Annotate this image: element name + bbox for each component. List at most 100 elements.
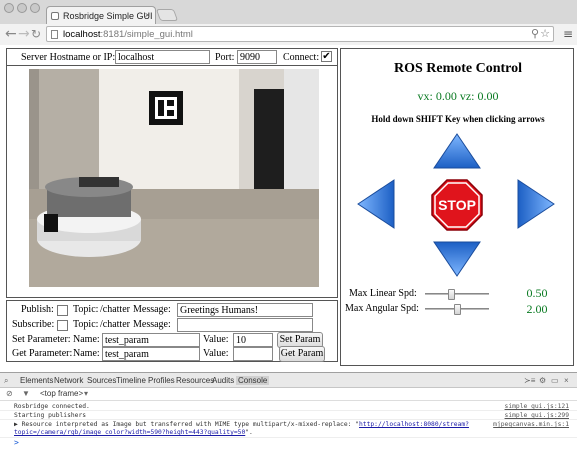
- console-log-entry: ▶ Resource interpreted as Image but tran…: [0, 421, 577, 438]
- devtools-tab-sources[interactable]: Sources: [87, 376, 116, 385]
- log-source-link[interactable]: simple_gui.js:121: [505, 403, 569, 411]
- max-linear-value: 0.50: [526, 286, 548, 300]
- console-log-entry: Rosbridge connected. simple_gui.js:121: [0, 403, 577, 411]
- search-icon[interactable]: ⚲: [531, 27, 539, 40]
- window-maximize-icon[interactable]: [30, 3, 40, 13]
- publish-message-label: Message:: [133, 304, 171, 315]
- max-angular-slider[interactable]: [425, 304, 489, 315]
- browser-chrome: Rosbridge Simple GUI × ← → ↻ localhost:8…: [0, 0, 577, 45]
- console-log-entry: Starting publishers simple_gui.js:299: [0, 412, 577, 420]
- dock-icon[interactable]: ▭: [551, 376, 559, 385]
- set-param-label: Set Parameter:: [12, 334, 71, 345]
- hostname-label: Server Hostname or IP:: [21, 52, 116, 63]
- publish-topic-label: Topic:: [73, 304, 99, 315]
- console-prompt[interactable]: >: [0, 439, 577, 449]
- log-text: Starting publishers: [14, 412, 87, 419]
- bookmark-star-icon[interactable]: ☆: [540, 27, 550, 40]
- port-label: Port:: [215, 52, 235, 63]
- url-path: :8181/simple_gui.html: [100, 29, 193, 40]
- devtools-tab-audits[interactable]: Audits: [212, 376, 234, 385]
- connection-row: Server Hostname or IP: Port: Connect: ✔: [6, 48, 338, 66]
- close-devtools-icon[interactable]: ×: [564, 376, 569, 385]
- get-param-name-label: Name:: [73, 348, 100, 359]
- get-param-label: Get Parameter:: [12, 348, 73, 359]
- window-close-icon[interactable]: [4, 3, 14, 13]
- url-host: localhost: [63, 29, 101, 40]
- publish-message-input[interactable]: [177, 303, 313, 317]
- window-minimize-icon[interactable]: [17, 3, 27, 13]
- get-param-button[interactable]: Get Param: [279, 346, 325, 362]
- topics-params-panel: Publish: Topic: /chatter Message: Subscr…: [6, 300, 338, 362]
- clear-console-icon[interactable]: ⊘: [6, 389, 13, 398]
- connect-checkbox[interactable]: ✔: [321, 51, 332, 62]
- forward-icon[interactable]: →: [18, 26, 30, 42]
- max-angular-value: 2.00: [526, 302, 548, 316]
- remote-control-panel: ROS Remote Control vx: 0.00 vz: 0.00 Hol…: [340, 48, 574, 366]
- set-param-value-label: Value:: [203, 334, 229, 345]
- page-icon: [51, 30, 58, 39]
- log-text-tail: ".: [245, 429, 253, 436]
- devtools-tabbar: ⌕ Elements Network Sources Timeline Prof…: [0, 373, 577, 388]
- frame-dropdown-icon[interactable]: ▾: [84, 389, 88, 398]
- back-icon[interactable]: ←: [5, 26, 17, 42]
- tab-close-icon[interactable]: ×: [145, 10, 150, 20]
- arrow-down-icon[interactable]: [433, 241, 481, 277]
- page-content: Server Hostname or IP: Port: Connect: ✔: [0, 45, 577, 372]
- menu-icon[interactable]: ≡: [563, 27, 573, 41]
- devtools-tab-elements[interactable]: Elements: [20, 376, 53, 385]
- reload-icon[interactable]: ↻: [31, 27, 41, 41]
- subscribe-topic: /chatter: [100, 319, 130, 330]
- port-input[interactable]: [237, 50, 277, 64]
- stop-button[interactable]: STOP: [431, 179, 483, 231]
- hostname-input[interactable]: [115, 50, 210, 64]
- devtools-panel: ⌕ Elements Network Sources Timeline Prof…: [0, 372, 577, 472]
- max-linear-slider-thumb[interactable]: [448, 289, 455, 300]
- velocity-readout: vx: 0.00 vz: 0.00: [417, 89, 499, 103]
- devtools-tab-console[interactable]: Console: [236, 376, 270, 385]
- subscribe-label: Subscribe:: [12, 319, 55, 330]
- frame-selector[interactable]: <top frame>: [40, 389, 83, 398]
- control-title: ROS Remote Control: [393, 61, 523, 76]
- log-source-link[interactable]: mjpegcanvas.min.js:1: [493, 421, 569, 429]
- set-param-name-input[interactable]: [102, 333, 200, 347]
- page-icon: [51, 12, 59, 20]
- subscribe-topic-label: Topic:: [73, 319, 99, 330]
- stop-label: STOP: [438, 197, 476, 213]
- devtools-tab-profiles[interactable]: Profiles: [148, 376, 175, 385]
- devtools-tab-resources[interactable]: Resources: [176, 376, 214, 385]
- devtools-tab-timeline[interactable]: Timeline: [116, 376, 146, 385]
- publish-checkbox[interactable]: [57, 305, 68, 316]
- get-param-value-input[interactable]: [233, 347, 273, 361]
- arrow-left-icon[interactable]: [357, 179, 395, 229]
- subscribe-checkbox[interactable]: [57, 320, 68, 331]
- tab-title: Rosbridge Simple GUI: [63, 11, 153, 21]
- turtlebot-robot: [37, 177, 141, 257]
- max-angular-slider-thumb[interactable]: [454, 304, 461, 315]
- arrow-up-icon[interactable]: [433, 133, 481, 169]
- browser-toolbar: ← → ↻ localhost:8181/simple_gui.html ⚲ ☆…: [0, 24, 577, 45]
- log-source-link[interactable]: simple_gui.js:299: [505, 412, 569, 420]
- devtools-tab-network[interactable]: Network: [54, 376, 83, 385]
- get-param-name-input[interactable]: [102, 347, 200, 361]
- browser-tab[interactable]: Rosbridge Simple GUI ×: [46, 6, 156, 24]
- shift-hint: Hold down SHIFT Key when clicking arrows: [371, 114, 545, 124]
- publish-topic: /chatter: [100, 304, 130, 315]
- publish-label: Publish:: [21, 304, 54, 315]
- set-param-name-label: Name:: [73, 334, 100, 345]
- max-linear-slider[interactable]: [425, 289, 489, 300]
- gear-icon[interactable]: ⚙: [539, 376, 546, 385]
- left-panel: Server Hostname or IP: Port: Connect: ✔: [6, 48, 338, 408]
- max-linear-label: Max Linear Spd:: [349, 288, 417, 299]
- set-param-value-input[interactable]: [233, 333, 273, 347]
- filter-icon[interactable]: ▼: [22, 389, 30, 398]
- camera-panel: [6, 66, 338, 298]
- address-bar[interactable]: localhost:8181/simple_gui.html ⚲ ☆: [46, 26, 554, 42]
- get-param-value-label: Value:: [203, 348, 229, 359]
- arrow-right-icon[interactable]: [517, 179, 555, 229]
- subscribe-message-input[interactable]: [177, 318, 313, 332]
- inspect-icon[interactable]: ⌕: [4, 376, 8, 386]
- max-angular-label: Max Angular Spd:: [345, 303, 419, 314]
- connect-label: Connect:: [283, 52, 320, 63]
- drawer-icon[interactable]: ≻≡: [524, 376, 535, 385]
- new-tab-button[interactable]: [155, 9, 179, 21]
